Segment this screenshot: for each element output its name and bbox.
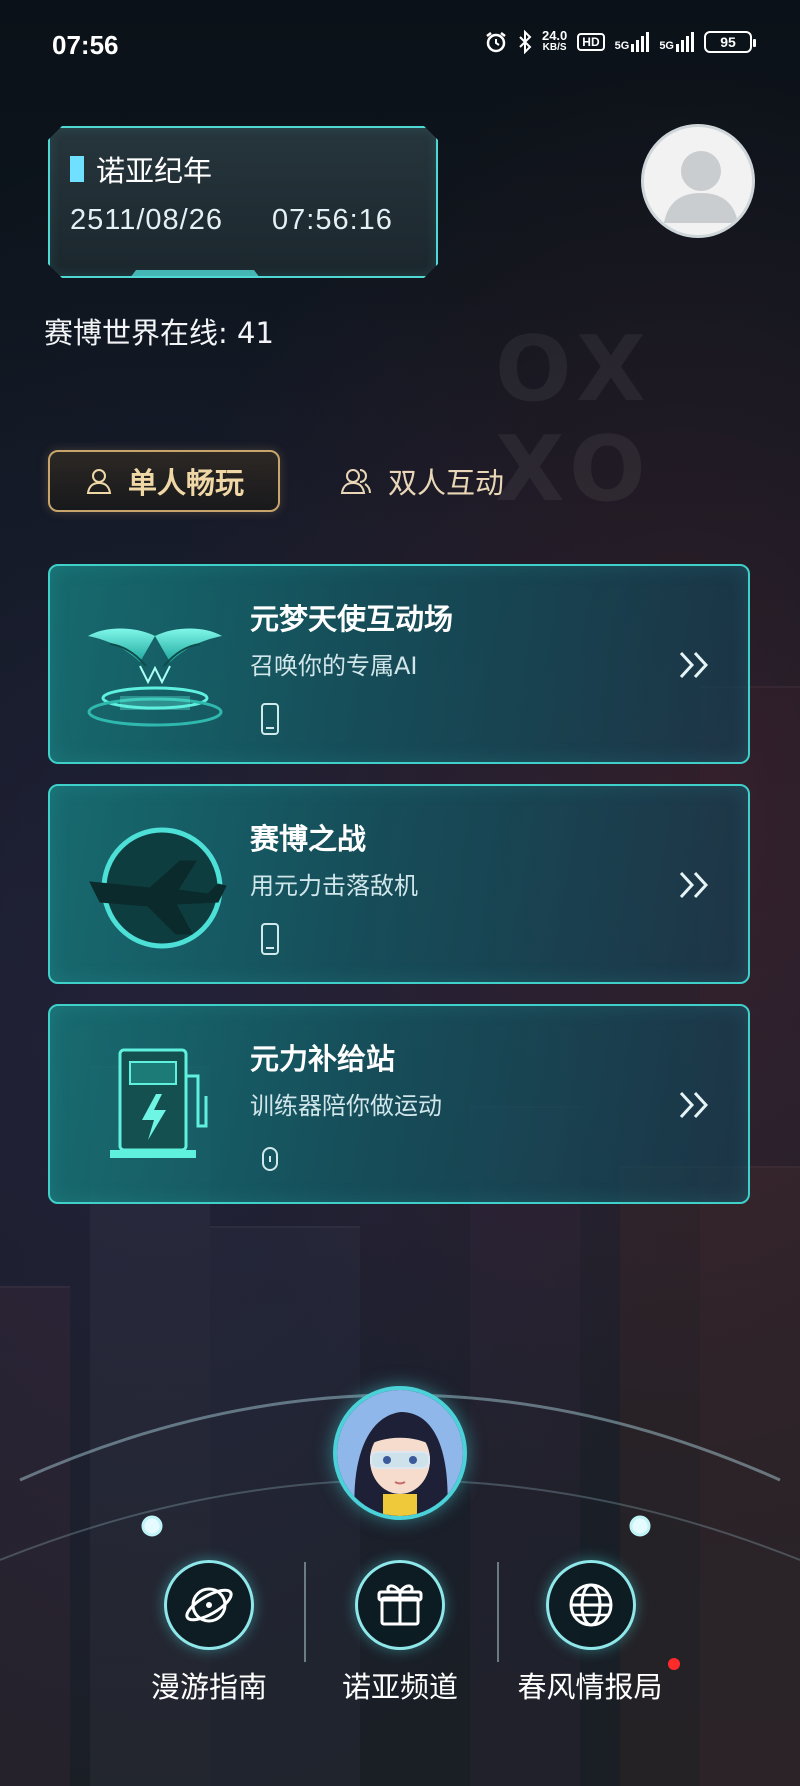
tab-single-play[interactable]: 单人畅玩	[48, 450, 280, 512]
network-speed: 24.0 KB/S	[541, 28, 568, 53]
calendar-date: 2511/08/26	[70, 204, 223, 236]
double-chevron-right-icon[interactable]	[678, 870, 712, 900]
phone-icon	[261, 703, 279, 735]
card-subtitle: 训练器陪你做运动	[250, 1092, 442, 1120]
person-outline-icon	[86, 469, 112, 494]
nav-roaming-guide[interactable]	[164, 1560, 254, 1650]
bluetooth-icon	[519, 30, 532, 54]
hd-badge: HD	[577, 33, 605, 51]
nav-spring-breeze-intel[interactable]	[546, 1560, 636, 1650]
plane-icon	[89, 827, 227, 949]
people-outline-icon	[340, 469, 371, 494]
nav-separator	[497, 1562, 499, 1662]
status-bar: 07:56 24.0 KB/S HD 5G 5G 95	[0, 0, 800, 90]
double-chevron-right-icon[interactable]	[678, 1090, 712, 1120]
card-title: 赛博之战	[250, 822, 367, 856]
ox-neon-sign: OX XO	[495, 317, 654, 522]
card-power-supply[interactable]: 元力补给站 训练器陪你做运动	[48, 1004, 750, 1204]
nav-separator	[304, 1562, 306, 1662]
anime-girl-avatar-icon	[337, 1390, 463, 1516]
calendar-time: 07:56:16	[272, 204, 393, 236]
planet-icon	[185, 1587, 233, 1623]
calendar-title: 诺亚纪年	[70, 148, 212, 190]
tab-duo-interact[interactable]: 双人互动	[338, 456, 504, 506]
wearable-icon	[262, 1147, 278, 1171]
tab-duo-label: 双人互动	[388, 466, 505, 500]
calendar-title-text: 诺亚纪年	[96, 154, 213, 188]
card-angel-interaction[interactable]: 元梦天使互动场 召唤你的专属AI	[48, 564, 750, 764]
globe-icon	[569, 1583, 613, 1627]
card-subtitle: 召唤你的专属AI	[250, 652, 418, 680]
card-cyber-battle[interactable]: 赛博之战 用元力击落敌机	[48, 784, 750, 984]
status-time: 07:56	[52, 30, 119, 60]
charging-station-icon	[110, 1048, 208, 1158]
ai-assistant-avatar[interactable]	[333, 1386, 467, 1520]
card-subtitle: 用元力击落敌机	[250, 872, 418, 900]
signal-5g-2: 5G	[659, 32, 694, 52]
battery-indicator: 95	[704, 31, 756, 53]
tab-single-label: 单人畅玩	[127, 466, 244, 500]
panel-notch	[130, 270, 260, 278]
phone-icon	[261, 923, 279, 955]
online-count: 赛博世界在线: 41	[44, 316, 274, 350]
alarm-icon	[486, 32, 506, 53]
card-title: 元力补给站	[250, 1042, 396, 1076]
nav-noah-channel[interactable]	[355, 1560, 445, 1650]
notification-badge	[668, 1658, 680, 1670]
signal-5g-1: 5G	[615, 32, 650, 52]
noah-calendar-panel: 诺亚纪年 2511/08/26 07:56:16	[48, 126, 438, 278]
gift-icon	[377, 1584, 423, 1626]
card-title: 元梦天使互动场	[250, 602, 454, 636]
nav-label-noah-channel: 诺亚频道	[341, 1670, 458, 1704]
winged-pedestal-icon	[87, 628, 223, 727]
user-avatar[interactable]	[641, 124, 755, 238]
title-marker-icon	[70, 156, 84, 182]
status-icons: 24.0 KB/S HD 5G 5G 95	[484, 28, 756, 54]
nav-label-roaming-guide: 漫游指南	[150, 1670, 267, 1704]
double-chevron-right-icon[interactable]	[678, 650, 712, 680]
nav-label-spring-breeze-intel: 春风情报局	[517, 1670, 663, 1704]
